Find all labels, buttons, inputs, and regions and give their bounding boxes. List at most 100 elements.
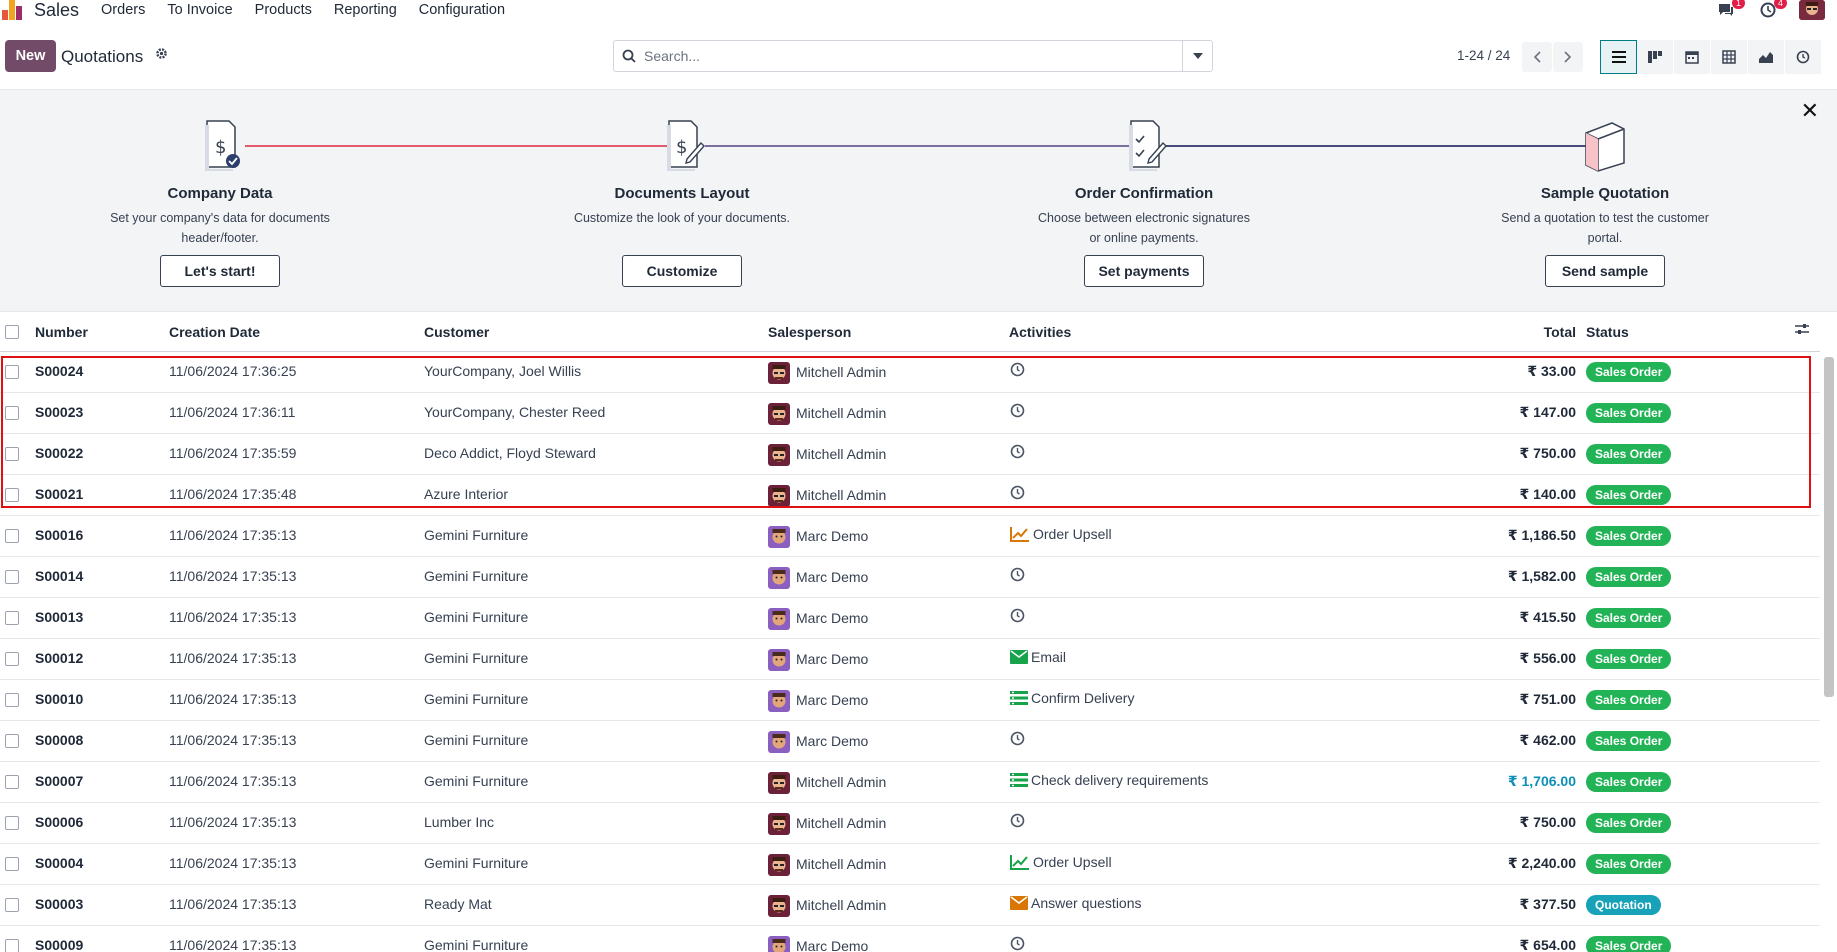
row-checkbox[interactable] (5, 570, 19, 584)
list-view-button[interactable] (1600, 40, 1637, 74)
todo-list-icon-green[interactable] (1010, 772, 1028, 790)
table-row[interactable]: S00007 11/06/2024 17:35:13 Gemini Furnitur… (0, 762, 1820, 803)
onboarding-step-description: Set your company's data for documents he… (110, 211, 330, 245)
column-header-salesperson[interactable]: Salesperson (768, 324, 851, 340)
activity-cell[interactable] (1010, 444, 1028, 462)
row-checkbox[interactable] (5, 652, 19, 666)
set-payments-button[interactable]: Set payments (1084, 255, 1204, 287)
column-header-activities[interactable]: Activities (1009, 324, 1071, 340)
activity-cell[interactable]: Order Upsell (1010, 854, 1112, 873)
gear-icon[interactable] (155, 47, 168, 63)
table-row[interactable]: S00024 11/06/2024 17:36:25 YourCompany, Jo… (0, 352, 1820, 393)
graph-view-button[interactable] (1748, 40, 1785, 74)
table-row[interactable]: S00009 11/06/2024 17:35:13 Gemini Furnitur… (0, 926, 1820, 952)
select-all-checkbox[interactable] (5, 325, 19, 339)
column-header-total[interactable]: Total (1544, 324, 1576, 340)
new-button[interactable]: New (5, 40, 56, 72)
row-checkbox[interactable] (5, 816, 19, 830)
table-row[interactable]: S00012 11/06/2024 17:35:13 Gemini Furnitur… (0, 639, 1820, 680)
column-header-number[interactable]: Number (35, 324, 88, 340)
table-row[interactable]: S00006 11/06/2024 17:35:13 Lumber Inc Mitch… (0, 803, 1820, 844)
email-icon-orange[interactable] (1010, 895, 1028, 913)
customize-button[interactable]: Customize (622, 255, 742, 287)
activity-cell[interactable] (1010, 567, 1028, 585)
app-name[interactable]: Sales (34, 1, 79, 19)
user-avatar[interactable] (1799, 0, 1825, 20)
email-icon-green[interactable] (1010, 649, 1028, 667)
clock-icon[interactable] (1010, 362, 1025, 380)
menu-orders[interactable]: Orders (101, 1, 145, 19)
calendar-view-button[interactable] (1674, 40, 1711, 74)
send-sample-button[interactable]: Send sample (1545, 255, 1665, 287)
vertical-scrollbar[interactable] (1824, 357, 1834, 697)
activity-cell[interactable]: Email (1010, 649, 1066, 667)
row-checkbox[interactable] (5, 775, 19, 789)
lets-start-button[interactable]: Let's start! (160, 255, 280, 287)
column-header-customer[interactable]: Customer (424, 324, 489, 340)
menu-to-invoice[interactable]: To Invoice (167, 1, 232, 19)
clock-icon[interactable] (1010, 485, 1025, 503)
table-row[interactable]: S00016 11/06/2024 17:35:13 Gemini Furnitur… (0, 516, 1820, 557)
pivot-view-button[interactable] (1711, 40, 1748, 74)
row-checkbox[interactable] (5, 939, 19, 952)
pager-previous-button[interactable] (1522, 42, 1552, 72)
row-checkbox[interactable] (5, 898, 19, 912)
menu-products[interactable]: Products (255, 1, 312, 19)
row-checkbox[interactable] (5, 488, 19, 502)
menu-reporting[interactable]: Reporting (334, 1, 397, 19)
clock-icon[interactable] (1010, 936, 1025, 952)
page-title[interactable]: Quotations (61, 47, 143, 67)
pager-next-button[interactable] (1553, 42, 1583, 72)
clock-icon[interactable] (1010, 608, 1025, 626)
table-row[interactable]: S00008 11/06/2024 17:35:13 Gemini Furnitur… (0, 721, 1820, 762)
row-checkbox[interactable] (5, 734, 19, 748)
activity-cell[interactable]: Confirm Delivery (1010, 690, 1134, 708)
column-header-status[interactable]: Status (1586, 324, 1629, 340)
table-row[interactable]: S00023 11/06/2024 17:36:11 YourCompany, Ch… (0, 393, 1820, 434)
kanban-view-button[interactable] (1637, 40, 1674, 74)
activity-cell[interactable] (1010, 608, 1028, 626)
pager-value[interactable]: 1-24 / 24 (1457, 48, 1510, 63)
clock-icon[interactable] (1010, 444, 1025, 462)
row-checkbox[interactable] (5, 693, 19, 707)
messages-icon[interactable]: 1 (1715, 0, 1745, 19)
activity-cell[interactable] (1010, 362, 1028, 380)
app-logo-icon[interactable] (2, 0, 24, 20)
row-checkbox[interactable] (5, 529, 19, 543)
row-checkbox[interactable] (5, 447, 19, 461)
clock-icon[interactable] (1010, 403, 1025, 421)
table-row[interactable]: S00021 11/06/2024 17:35:48 Azure Interior M… (0, 475, 1820, 516)
upsell-chart-icon-green[interactable] (1010, 854, 1030, 873)
table-row[interactable]: S00013 11/06/2024 17:35:13 Gemini Furnitur… (0, 598, 1820, 639)
activity-cell[interactable]: Order Upsell (1010, 526, 1112, 545)
table-row[interactable]: S00004 11/06/2024 17:35:13 Gemini Furnitur… (0, 844, 1820, 885)
upsell-chart-icon-orange[interactable] (1010, 526, 1030, 545)
row-checkbox[interactable] (5, 365, 19, 379)
activities-clock-icon[interactable]: 4 (1757, 0, 1787, 19)
table-row[interactable]: S00014 11/06/2024 17:35:13 Gemini Furnitur… (0, 557, 1820, 598)
activity-cell[interactable]: Check delivery requirements (1010, 772, 1208, 790)
table-row[interactable]: S00010 11/06/2024 17:35:13 Gemini Furnitur… (0, 680, 1820, 721)
activity-view-button[interactable] (1785, 40, 1822, 74)
optional-columns-sliders-icon[interactable] (1795, 322, 1809, 339)
row-checkbox[interactable] (5, 406, 19, 420)
table-row[interactable]: S00003 11/06/2024 17:35:13 Ready Mat Mitche… (0, 885, 1820, 926)
menu-configuration[interactable]: Configuration (419, 1, 505, 19)
activity-cell[interactable] (1010, 813, 1028, 831)
row-checkbox[interactable] (5, 611, 19, 625)
activity-cell[interactable] (1010, 731, 1028, 749)
clock-icon[interactable] (1010, 813, 1025, 831)
activity-cell[interactable]: Answer questions (1010, 895, 1142, 913)
clock-icon[interactable] (1010, 567, 1025, 585)
activity-cell[interactable] (1010, 936, 1028, 952)
activity-cell[interactable] (1010, 485, 1028, 503)
clock-icon[interactable] (1010, 731, 1025, 749)
search-input[interactable] (644, 42, 1182, 70)
table-row[interactable]: S00022 11/06/2024 17:35:59 Deco Addict, Fl… (0, 434, 1820, 475)
activity-cell[interactable] (1010, 403, 1028, 421)
row-checkbox[interactable] (5, 857, 19, 871)
search-options-toggle[interactable] (1182, 41, 1212, 71)
close-icon[interactable]: ✕ (1801, 98, 1819, 124)
column-header-creation-date[interactable]: Creation Date (169, 324, 260, 340)
todo-list-icon-green[interactable] (1010, 690, 1028, 708)
